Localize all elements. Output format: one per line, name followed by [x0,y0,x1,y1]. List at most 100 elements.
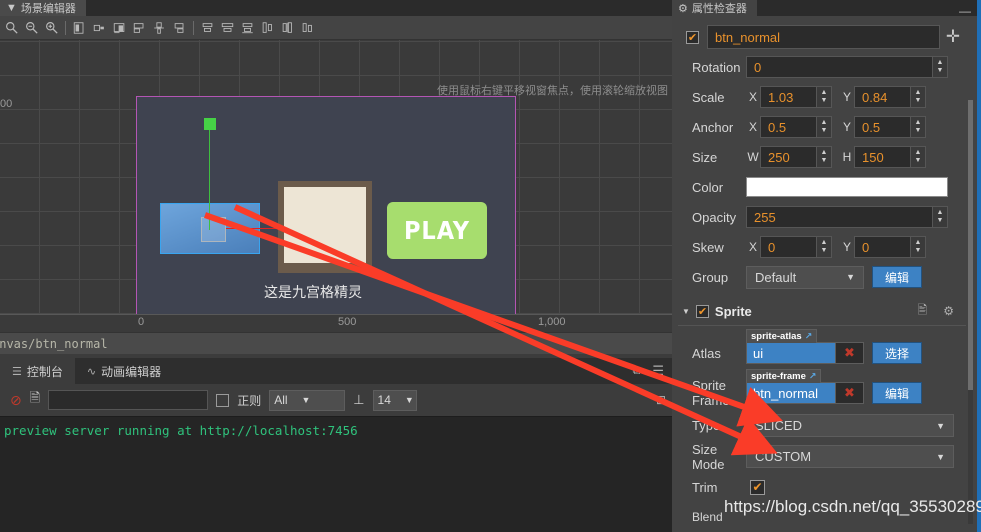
anchor-x-axis-label: X [748,120,757,134]
align-top-icon[interactable] [130,18,149,38]
hamburger-icon[interactable]: ☰ [652,363,664,379]
align-v-center-icon[interactable] [150,18,169,38]
tab-inspector[interactable]: ⚙ 属性检查器 [672,0,757,16]
group-select[interactable]: Default ▼ [746,265,864,289]
rotation-stepper[interactable]: ▲ ▼ [932,57,947,77]
sprite-enabled-checkbox[interactable]: ✔ [695,304,709,318]
node-enabled-checkbox[interactable]: ✔ [686,30,699,44]
dist-right-icon[interactable] [238,18,257,38]
prop-label-rotation: Rotation [692,59,741,75]
tab-animation-editor[interactable]: ∿ 动画编辑器 [74,358,174,384]
opacity-input[interactable]: 255 ▲ ▼ [746,206,948,228]
group-value: Default [755,269,797,285]
dist-v-center-icon[interactable] [278,18,297,38]
toolbar-separator-1 [65,20,66,35]
zoom-out-icon[interactable] [22,18,41,38]
node-path-text: anvas/btn_normal [0,336,108,351]
align-right-icon[interactable] [110,18,129,38]
node-anchor-gizmo[interactable] [201,217,226,242]
regex-checkbox[interactable] [216,393,230,407]
anchor-y-stepper[interactable]: ▲ ▼ [910,117,925,137]
scene-canvas[interactable]: 使用鼠标右键平移视窗焦点，使用滚轮缩放视图 PLAY 这是九宫格精灵 00 0 … [0,40,672,332]
font-size-value: 14 [377,393,391,407]
atlas-clear-icon[interactable]: ✖ [836,342,864,364]
group-edit-button[interactable]: 编辑 [872,266,923,288]
caret-down-icon[interactable]: ▼ [682,307,690,316]
align-left-icon[interactable] [70,18,89,38]
hruler-tick-500: 500 [338,316,357,328]
sprite-frame-clear-icon[interactable]: ✖ [836,382,864,404]
scene-icon: ▼ [6,2,17,14]
anchor-y-input[interactable]: 0.5 ▲ ▼ [854,116,926,138]
node-caption-label[interactable]: 这是九宫格精灵 [264,282,362,302]
prop-row-size-mode: Size Mode CUSTOM ▼ [678,441,966,472]
skew-y-stepper[interactable]: ▲ ▼ [910,237,925,257]
search-input[interactable] [48,390,209,410]
node-name-input[interactable]: btn_normal [707,25,940,49]
external-link-icon[interactable]: ↗ [809,371,817,382]
scale-x-stepper[interactable]: ▲ ▼ [816,87,831,107]
size-w-stepper[interactable]: ▲ ▼ [816,147,831,167]
prop-row-opacity: Opacity 255 ▲ ▼ [678,202,966,232]
dock-icon[interactable]: ⊡ [656,393,666,407]
cocos-creator-window: ▼ 场景编辑器 使用鼠标右键平移视窗焦点，使用滚轮缩放视图 PLAY 这是九宫格… [0,0,981,532]
color-swatch[interactable] [746,177,948,197]
atlas-value[interactable]: ui [746,342,836,364]
tab-scene-editor[interactable]: ▼ 场景编辑器 [0,0,86,16]
plus-icon[interactable]: ✛ [940,27,966,47]
gear-icon[interactable]: ⚙ [943,304,954,318]
font-size-icon[interactable]: ⊥ [353,392,364,408]
size-h-stepper[interactable]: ▲ ▼ [910,147,925,167]
scale-y-stepper[interactable]: ▲ ▼ [910,87,925,107]
node-path-breadcrumb: anvas/btn_normal [0,332,672,354]
rotation-input[interactable]: 0 ▲ ▼ [746,56,948,78]
rotation-value: 0 [754,59,762,75]
size-w-input[interactable]: 250 ▲ ▼ [760,146,832,168]
type-select[interactable]: SLICED ▼ [746,414,954,437]
log-level-select[interactable]: All ▼ [269,389,346,411]
node-play-button[interactable]: PLAY [387,202,487,259]
dist-bottom-icon[interactable] [298,18,317,38]
skew-y-input[interactable]: 0 ▲ ▼ [854,236,926,258]
tab-console[interactable]: ☰ 控制台 [0,358,75,384]
skew-x-stepper[interactable]: ▲ ▼ [816,237,831,257]
file-icon[interactable]: 🗎 [30,389,40,411]
opacity-stepper[interactable]: ▲ ▼ [932,207,947,227]
external-link-icon[interactable]: ↗ [805,331,813,342]
sprite-section-header[interactable]: ▼ ✔ Sprite 🖹 ⚙ [678,300,966,326]
anchor-x-input[interactable]: 0.5 ▲ ▼ [760,116,832,138]
zoom-in-icon[interactable] [42,18,61,38]
gizmo-y-axis-handle[interactable] [204,118,216,130]
dist-left-icon[interactable] [198,18,217,38]
atlas-select-button[interactable]: 选择 [872,342,923,364]
trim-checkbox[interactable]: ✔ [750,479,765,495]
skew-y-value: 0 [862,239,870,255]
chevron-down-icon: ▼ [936,420,945,431]
anchor-x-stepper[interactable]: ▲ ▼ [816,117,831,137]
help-icon[interactable]: 🖹 [918,301,928,322]
pan-icon[interactable] [2,18,21,38]
size-h-input[interactable]: 150 ▲ ▼ [854,146,926,168]
atlas-asset-field[interactable]: sprite-atlas ↗ ui ✖ [746,329,864,364]
size-mode-select[interactable]: CUSTOM ▼ [746,445,954,468]
console-output[interactable]: preview server running at http://localho… [0,416,672,532]
clear-icon[interactable]: ⊘ [10,392,22,409]
sprite-frame-edit-button[interactable]: 编辑 [872,382,923,404]
align-h-center-icon[interactable] [90,18,109,38]
scale-x-input[interactable]: 1.03 ▲ ▼ [760,86,832,108]
sprite-frame-value[interactable]: btn_normal [746,382,836,404]
skew-x-input[interactable]: 0 ▲ ▼ [760,236,832,258]
align-bottom-icon[interactable] [170,18,189,38]
font-size-select[interactable]: 14 ▼ [372,389,417,411]
scale-y-input[interactable]: 0.84 ▲ ▼ [854,86,926,108]
inspector-scrollbar-thumb[interactable] [968,100,973,390]
dist-top-icon[interactable] [258,18,277,38]
node-nine-patch-sprite[interactable] [278,181,372,273]
tab-inspector-label: 属性检查器 [691,3,747,15]
popout-icon[interactable]: ⧉ [632,365,640,378]
sprite-frame-asset-field[interactable]: sprite-frame ↗ btn_normal ✖ [746,369,864,404]
prop-label-trim: Trim [692,479,718,495]
dist-h-center-icon[interactable] [218,18,237,38]
prop-label-size-mode: Size Mode [692,441,725,472]
toolbar-separator-2 [193,20,194,35]
